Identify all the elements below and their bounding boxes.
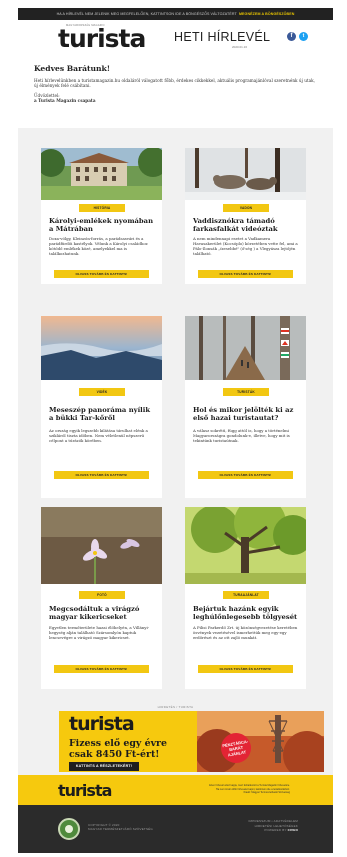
read-more-button[interactable]: OLVASS TOVÁBB ÉS KATTINTS! <box>54 665 149 673</box>
article-title[interactable]: Vaddisznókra támadó farkasfalkát videózt… <box>193 217 299 233</box>
article-tag[interactable]: VADON <box>223 204 269 212</box>
twitter-icon[interactable]: t <box>299 32 308 41</box>
article-image[interactable] <box>185 148 306 200</box>
article-excerpt: Egyetlen termőterülete hazai élőhelyén, … <box>49 625 150 641</box>
top-notice-bar: HA A HÍRLEVÉL NEM JELENIK MEG MEGFELELŐE… <box>18 8 333 20</box>
article-title[interactable]: Bejártuk hazánk egyik leghúlőnlegesebb t… <box>193 605 299 621</box>
top-notice-text: HA A HÍRLEVÉL NEM JELENIK MEG MEGFELELŐE… <box>56 12 237 16</box>
turista-logo[interactable]: turista <box>58 25 146 53</box>
article-card: TURISTÁK Hol és mikor jelölték ki az els… <box>185 316 306 498</box>
article-image[interactable] <box>41 316 162 380</box>
signature-name: a Turista Magazin csapata <box>34 98 96 104</box>
header: MAGYARORSZÁG MAGAZIN turista HETI HÍRLEV… <box>18 20 333 54</box>
read-more-button[interactable]: OLVASS TOVÁBB ÉS KATTINTS! <box>54 471 149 479</box>
read-more-button[interactable]: OLVASS TOVÁBB ÉS KATTINTS! <box>198 665 293 673</box>
intro-section: Kedves Barátunk! Heti hírlevelünkben a t… <box>18 54 333 128</box>
intro-text: Heti hírlevelünkben a turistamagazin.hu … <box>34 78 315 89</box>
article-card: FOTÓ Megcsodáltuk a virágzó magyar kiker… <box>41 507 162 689</box>
article-tag[interactable]: HISTÓRIA <box>79 204 125 212</box>
read-more-button[interactable]: OLVASS TOVÁBB ÉS KATTINTS! <box>54 270 149 278</box>
article-tag[interactable]: TURISTÁK <box>223 388 269 396</box>
read-more-button[interactable]: OLVASS TOVÁBB ÉS KATTINTS! <box>198 471 293 479</box>
newsletter-title: HETI HÍRLEVÉL <box>174 30 271 44</box>
article-image[interactable] <box>41 507 162 584</box>
article-image[interactable] <box>185 507 306 584</box>
article-card: TURAAJÁNLAT Bejártuk hazánk egyik leghúl… <box>185 507 306 689</box>
article-excerpt: A Pilisi Parkerdő Zrt. új közönségvezeté… <box>193 625 298 641</box>
view-in-browser-link[interactable]: MEGNÉZEM A BÖNGÉSZŐBEN <box>239 12 294 16</box>
read-more-button[interactable]: OLVASS TOVÁBB ÉS KATTINTS! <box>198 270 293 278</box>
article-image[interactable] <box>185 316 306 380</box>
article-title[interactable]: Megcsodáltuk a virágzó magyar kikericsek… <box>49 605 155 621</box>
article-title[interactable]: Meseszép panoráma nyílik a bükki Tar-kőr… <box>49 406 155 422</box>
greeting: Kedves Barátunk! <box>34 64 111 73</box>
article-card: HISTÓRIA Károlyi-emlékek nyomában a Mátr… <box>41 148 162 284</box>
article-tag[interactable]: TURAAJÁNLAT <box>223 591 269 599</box>
article-tag[interactable]: VIDÉK <box>79 388 125 396</box>
article-excerpt: A nem mindennapi esetet a Vadkamera Hava… <box>193 236 298 257</box>
article-title[interactable]: Hol és mikor jelölték ki az első hazai t… <box>193 406 299 422</box>
article-excerpt: Az ország egyik legszebb kilátása tárulh… <box>49 428 148 444</box>
newsletter-date: 2020.01.16 <box>232 45 248 49</box>
article-excerpt: A válasz sokrétű, függ attól is, hogy a … <box>193 428 290 444</box>
article-card: VADON Vaddisznókra támadó farkasfalkát v… <box>185 148 306 284</box>
article-title[interactable]: Károlyi-emlékek nyomában a Mátrában <box>49 217 155 233</box>
article-card: VIDÉK Meseszép panoráma nyílik a bükki T… <box>41 316 162 498</box>
article-excerpt: Doxa-völgy, Kleinzón-forrás, a parádsasv… <box>49 236 148 257</box>
facebook-icon[interactable]: f <box>287 32 296 41</box>
article-image[interactable] <box>41 148 162 200</box>
article-tag[interactable]: FOTÓ <box>79 591 125 599</box>
